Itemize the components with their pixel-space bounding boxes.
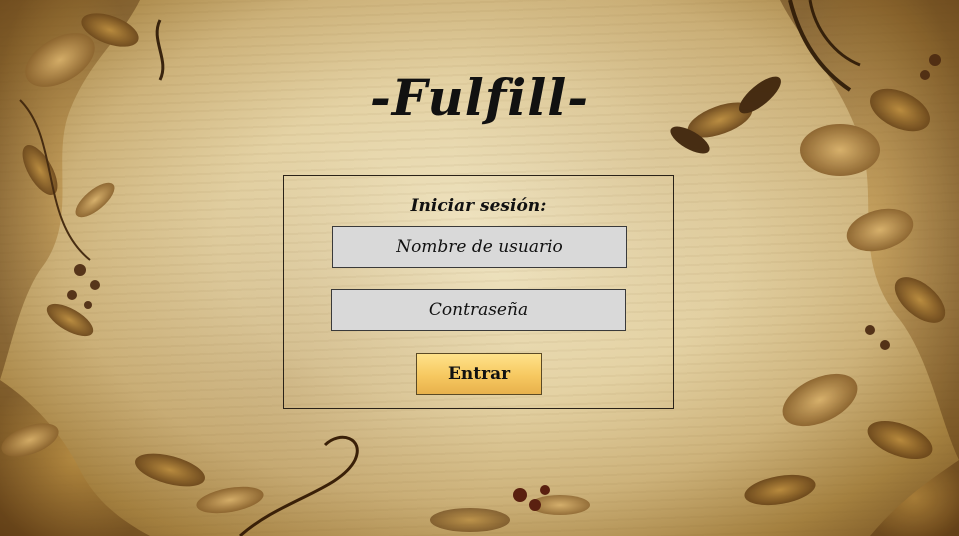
password-input[interactable] <box>331 289 626 331</box>
submit-button[interactable]: Entrar <box>416 353 542 395</box>
username-input[interactable] <box>332 226 627 268</box>
app-title: -Fulfill- <box>370 68 589 127</box>
bottom-swirl-decoration <box>238 435 590 536</box>
login-heading: Iniciar sesión: <box>410 196 547 216</box>
login-panel: Iniciar sesión: Entrar <box>283 175 674 409</box>
